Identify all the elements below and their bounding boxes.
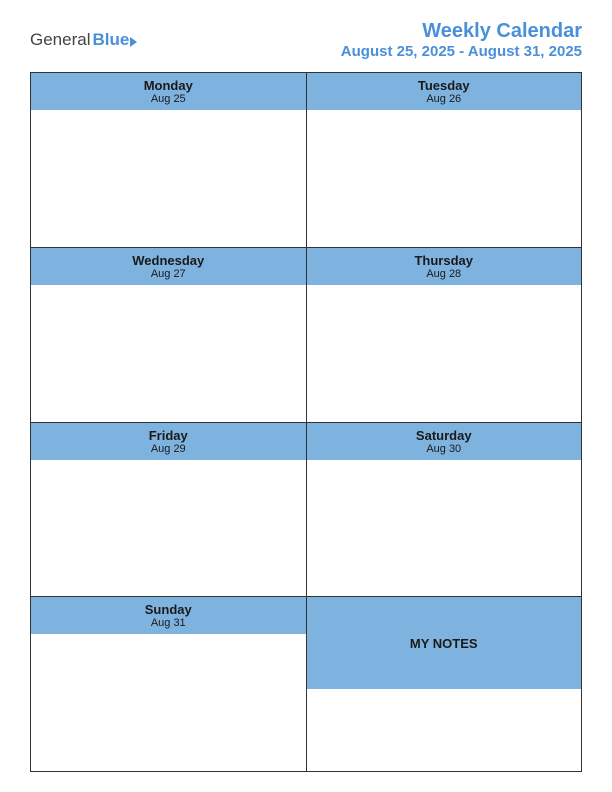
logo-blue-block: Blue	[92, 30, 137, 50]
page: General Blue Weekly Calendar August 25, …	[0, 0, 612, 792]
wednesday-day-date: Aug 27	[31, 268, 306, 280]
friday-day-name: Friday	[31, 428, 306, 443]
cell-thursday-header: Thursday Aug 28	[307, 248, 582, 285]
calendar-row-1: Monday Aug 25 Tuesday Aug 26	[31, 73, 581, 248]
friday-day-date: Aug 29	[31, 443, 306, 455]
cell-monday: Monday Aug 25	[31, 73, 307, 247]
cell-monday-header: Monday Aug 25	[31, 73, 306, 110]
logo: General Blue	[30, 30, 137, 50]
cell-tuesday-header: Tuesday Aug 26	[307, 73, 582, 110]
sunday-day-date: Aug 31	[31, 617, 306, 629]
calendar-row-4: Sunday Aug 31 MY NOTES	[31, 597, 581, 771]
wednesday-body	[31, 285, 306, 422]
cell-saturday: Saturday Aug 30	[307, 423, 582, 597]
cell-notes: MY NOTES	[307, 597, 582, 771]
monday-body	[31, 110, 306, 247]
monday-day-name: Monday	[31, 78, 306, 93]
monday-day-date: Aug 25	[31, 93, 306, 105]
cell-sunday-header: Sunday Aug 31	[31, 597, 306, 634]
sunday-body	[31, 634, 306, 771]
thursday-day-date: Aug 28	[307, 268, 582, 280]
calendar-row-3: Friday Aug 29 Saturday Aug 30	[31, 423, 581, 598]
tuesday-day-date: Aug 26	[307, 93, 582, 105]
tuesday-day-name: Tuesday	[307, 78, 582, 93]
sunday-day-name: Sunday	[31, 602, 306, 617]
cell-wednesday: Wednesday Aug 27	[31, 248, 307, 422]
notes-label: MY NOTES	[410, 636, 478, 651]
cell-wednesday-header: Wednesday Aug 27	[31, 248, 306, 285]
logo-arrow-icon	[130, 37, 137, 47]
calendar-row-2: Wednesday Aug 27 Thursday Aug 28	[31, 248, 581, 423]
notes-body	[307, 689, 582, 771]
logo-blue-text: Blue	[92, 30, 129, 50]
calendar-grid: Monday Aug 25 Tuesday Aug 26 Wednesday A…	[30, 72, 582, 772]
friday-body	[31, 460, 306, 597]
saturday-day-date: Aug 30	[307, 443, 582, 455]
calendar-title: Weekly Calendar	[341, 20, 582, 43]
cell-sunday: Sunday Aug 31	[31, 597, 307, 771]
saturday-day-name: Saturday	[307, 428, 582, 443]
tuesday-body	[307, 110, 582, 247]
saturday-body	[307, 460, 582, 597]
thursday-day-name: Thursday	[307, 253, 582, 268]
notes-header: MY NOTES	[307, 597, 582, 689]
calendar-date-range: August 25, 2025 - August 31, 2025	[341, 43, 582, 60]
header: General Blue Weekly Calendar August 25, …	[30, 20, 582, 60]
cell-friday: Friday Aug 29	[31, 423, 307, 597]
cell-saturday-header: Saturday Aug 30	[307, 423, 582, 460]
thursday-body	[307, 285, 582, 422]
cell-tuesday: Tuesday Aug 26	[307, 73, 582, 247]
cell-thursday: Thursday Aug 28	[307, 248, 582, 422]
wednesday-day-name: Wednesday	[31, 253, 306, 268]
header-right: Weekly Calendar August 25, 2025 - August…	[341, 20, 582, 60]
cell-friday-header: Friday Aug 29	[31, 423, 306, 460]
logo-general-text: General	[30, 30, 90, 50]
